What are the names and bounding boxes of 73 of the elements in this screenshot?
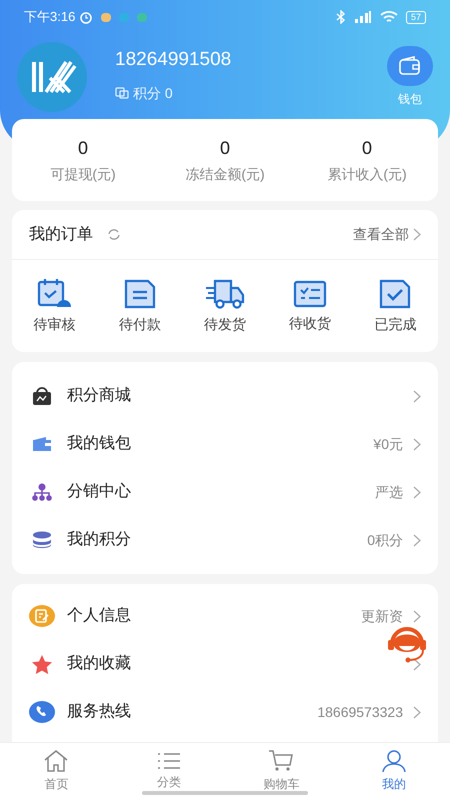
- phone-icon: [29, 701, 55, 723]
- tab-item[interactable]: 分类: [112, 752, 225, 791]
- item-value: 18669573323: [317, 702, 403, 722]
- menu-item[interactable]: 我的钱包 ¥0元: [12, 420, 438, 468]
- item-label: 我的钱包: [67, 434, 131, 454]
- menu-item[interactable]: 我的收藏: [12, 640, 438, 688]
- avatar-logo: [17, 42, 87, 112]
- checklist-icon: [293, 278, 328, 308]
- item-value: 0积分: [367, 530, 403, 550]
- item-value: 更新资: [361, 606, 403, 626]
- chevron-icon: [413, 390, 421, 402]
- order-status-button[interactable]: 待审核: [12, 278, 98, 334]
- stat-value: 0: [362, 137, 372, 160]
- item-label: 分销中心: [67, 482, 131, 502]
- chevron-icon: [413, 658, 421, 670]
- home-icon: [43, 750, 70, 772]
- shopping-bag-icon: [32, 387, 52, 405]
- tab-item[interactable]: 我的: [338, 750, 450, 793]
- bluetooth-icon: [336, 10, 346, 24]
- menu-item[interactable]: 个人信息 更新资: [12, 592, 438, 640]
- order-status-button[interactable]: 待付款: [97, 278, 182, 334]
- item-value: 严选: [375, 482, 403, 502]
- list-icon: [156, 752, 181, 770]
- order-status-button[interactable]: 待收货: [268, 278, 353, 334]
- chevron-icon: [413, 228, 421, 241]
- truck-icon: [204, 278, 245, 310]
- menu-item[interactable]: 积分商城: [12, 372, 438, 420]
- status-time: 下午3:16: [24, 8, 76, 26]
- stat-label: 可提现(元): [50, 165, 116, 184]
- coins-icon: [115, 87, 129, 99]
- chevron-icon: [413, 610, 421, 622]
- stat-value: 0: [78, 137, 88, 160]
- cart-icon: [268, 750, 294, 772]
- hierarchy-icon: [31, 483, 53, 501]
- alarm-icon: [79, 10, 94, 24]
- checked-document-icon: [378, 278, 412, 310]
- stat-value: 0: [220, 137, 230, 160]
- chevron-icon: [413, 534, 421, 546]
- wallet-icon: [398, 56, 422, 76]
- menu-item[interactable]: 服务热线 18669573323: [12, 688, 438, 736]
- user-icon: [382, 750, 406, 772]
- wifi-icon: [380, 10, 398, 24]
- stat-label: 冻结金额(元): [185, 165, 265, 184]
- star-icon: [31, 654, 53, 674]
- item-label: 积分商城: [67, 386, 131, 406]
- tab-item[interactable]: 首页: [0, 750, 112, 793]
- stat-label: 累计收入(元): [327, 165, 407, 184]
- order-status-button[interactable]: 待发货: [182, 278, 268, 334]
- document-icon: [122, 278, 157, 310]
- orders-title: 我的订单: [29, 224, 93, 244]
- item-label: 服务热线: [67, 702, 131, 722]
- battery-level: 57: [406, 10, 426, 24]
- wallet-icon: [32, 437, 52, 451]
- view-all-link[interactable]: 查看全部: [353, 224, 421, 245]
- menu-item[interactable]: 我的积分 0积分: [12, 516, 438, 564]
- item-label: 我的收藏: [67, 654, 131, 674]
- calendar-bell-icon: [36, 278, 73, 310]
- points-label: 积分 0: [133, 84, 173, 102]
- chevron-icon: [413, 486, 421, 498]
- wallet-label: 钱包: [398, 91, 422, 108]
- item-value: ¥0元: [373, 434, 403, 454]
- tab-item[interactable]: 购物车: [225, 750, 338, 793]
- refresh-icon[interactable]: [107, 228, 121, 241]
- edit-note-icon: [29, 605, 55, 627]
- chevron-icon: [413, 706, 421, 718]
- item-label: 个人信息: [67, 606, 131, 626]
- order-status-button[interactable]: 已完成: [352, 278, 438, 334]
- menu-item[interactable]: 分销中心 严选: [12, 468, 438, 516]
- signal-icon: [354, 11, 372, 23]
- coin-stack-icon: [32, 531, 52, 549]
- phone-number: 18264991508: [115, 48, 232, 72]
- item-label: 我的积分: [67, 530, 131, 550]
- chevron-icon: [413, 438, 421, 450]
